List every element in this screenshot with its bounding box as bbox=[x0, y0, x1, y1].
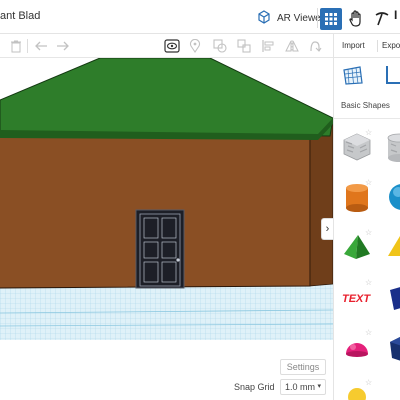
sim-lab-button[interactable] bbox=[345, 8, 367, 30]
cylinder-hole-shape[interactable] bbox=[386, 130, 400, 164]
shape-library-select[interactable]: Basic Shapes bbox=[341, 101, 390, 110]
workplane-tool-icon[interactable] bbox=[342, 64, 364, 86]
house-door[interactable] bbox=[135, 209, 185, 289]
toolbar-divider bbox=[27, 39, 28, 53]
panel-divider bbox=[334, 118, 400, 119]
house-model[interactable] bbox=[0, 58, 333, 289]
workplane-grid[interactable] bbox=[0, 282, 333, 340]
bricks-button[interactable] bbox=[371, 8, 393, 30]
pickaxe-icon bbox=[375, 12, 389, 26]
favorite-star-icon[interactable]: ☆ bbox=[365, 128, 372, 137]
group-icon[interactable] bbox=[212, 38, 228, 54]
mirror-icon[interactable] bbox=[284, 38, 300, 54]
top-bar: ant Blad AR Viewer I bbox=[0, 0, 400, 34]
favorite-star-icon[interactable]: ☆ bbox=[365, 328, 372, 337]
box-shape[interactable] bbox=[386, 280, 400, 314]
chevron-right-icon: › bbox=[325, 223, 330, 235]
snap-grid-select[interactable]: 1.0 mm ▾ bbox=[280, 379, 326, 395]
ungroup-icon[interactable] bbox=[236, 38, 252, 54]
design-view-button[interactable] bbox=[320, 8, 342, 30]
ar-cube-icon bbox=[256, 9, 272, 28]
redo-icon[interactable] bbox=[55, 38, 71, 54]
collapse-panel-button[interactable]: › bbox=[321, 218, 333, 240]
house-roof[interactable] bbox=[0, 58, 333, 137]
favorite-star-icon[interactable]: ☆ bbox=[365, 378, 372, 387]
workplane-viewport[interactable]: › bbox=[0, 58, 333, 400]
tab-divider bbox=[377, 40, 378, 52]
polygon-shape[interactable] bbox=[386, 330, 400, 364]
favorite-star-icon[interactable]: ☆ bbox=[365, 228, 372, 237]
show-all-icon[interactable] bbox=[164, 38, 180, 54]
delete-icon[interactable] bbox=[8, 38, 24, 54]
import-button[interactable]: Import bbox=[342, 41, 365, 50]
design-title[interactable]: ant Blad bbox=[0, 10, 40, 22]
roof-shape[interactable] bbox=[386, 230, 400, 264]
3d-scene bbox=[0, 58, 333, 400]
snap-grid-value: 1.0 mm bbox=[285, 382, 316, 392]
edit-toolbar bbox=[0, 34, 333, 58]
panel-tabs: Import Expo bbox=[334, 34, 400, 58]
caret-down-icon: ▾ bbox=[317, 383, 321, 390]
header-divider bbox=[317, 8, 318, 28]
house-wall-side[interactable] bbox=[309, 121, 333, 287]
align-icon[interactable] bbox=[260, 38, 276, 54]
shapes-panel: Import Expo Basic Shapes ☆ ☆ ☆ TEXT ☆ ☆ … bbox=[333, 34, 400, 400]
user-menu[interactable]: I bbox=[394, 8, 400, 30]
grid-icon bbox=[325, 13, 337, 25]
cruise-icon[interactable] bbox=[307, 38, 323, 54]
ar-viewer-button[interactable]: AR Viewer bbox=[250, 7, 330, 29]
hand-icon bbox=[349, 10, 361, 27]
svg-text:TEXT: TEXT bbox=[342, 293, 371, 305]
ruler-tool-icon[interactable] bbox=[384, 64, 400, 86]
sphere-shape[interactable] bbox=[386, 180, 400, 214]
snap-grid-label: Snap Grid bbox=[234, 382, 275, 392]
export-button[interactable]: Expo bbox=[382, 41, 400, 50]
favorite-star-icon[interactable]: ☆ bbox=[365, 278, 372, 287]
note-icon[interactable] bbox=[187, 38, 203, 54]
undo-icon[interactable] bbox=[33, 38, 49, 54]
favorite-star-icon[interactable]: ☆ bbox=[365, 178, 372, 187]
settings-button[interactable]: Settings bbox=[280, 359, 326, 375]
